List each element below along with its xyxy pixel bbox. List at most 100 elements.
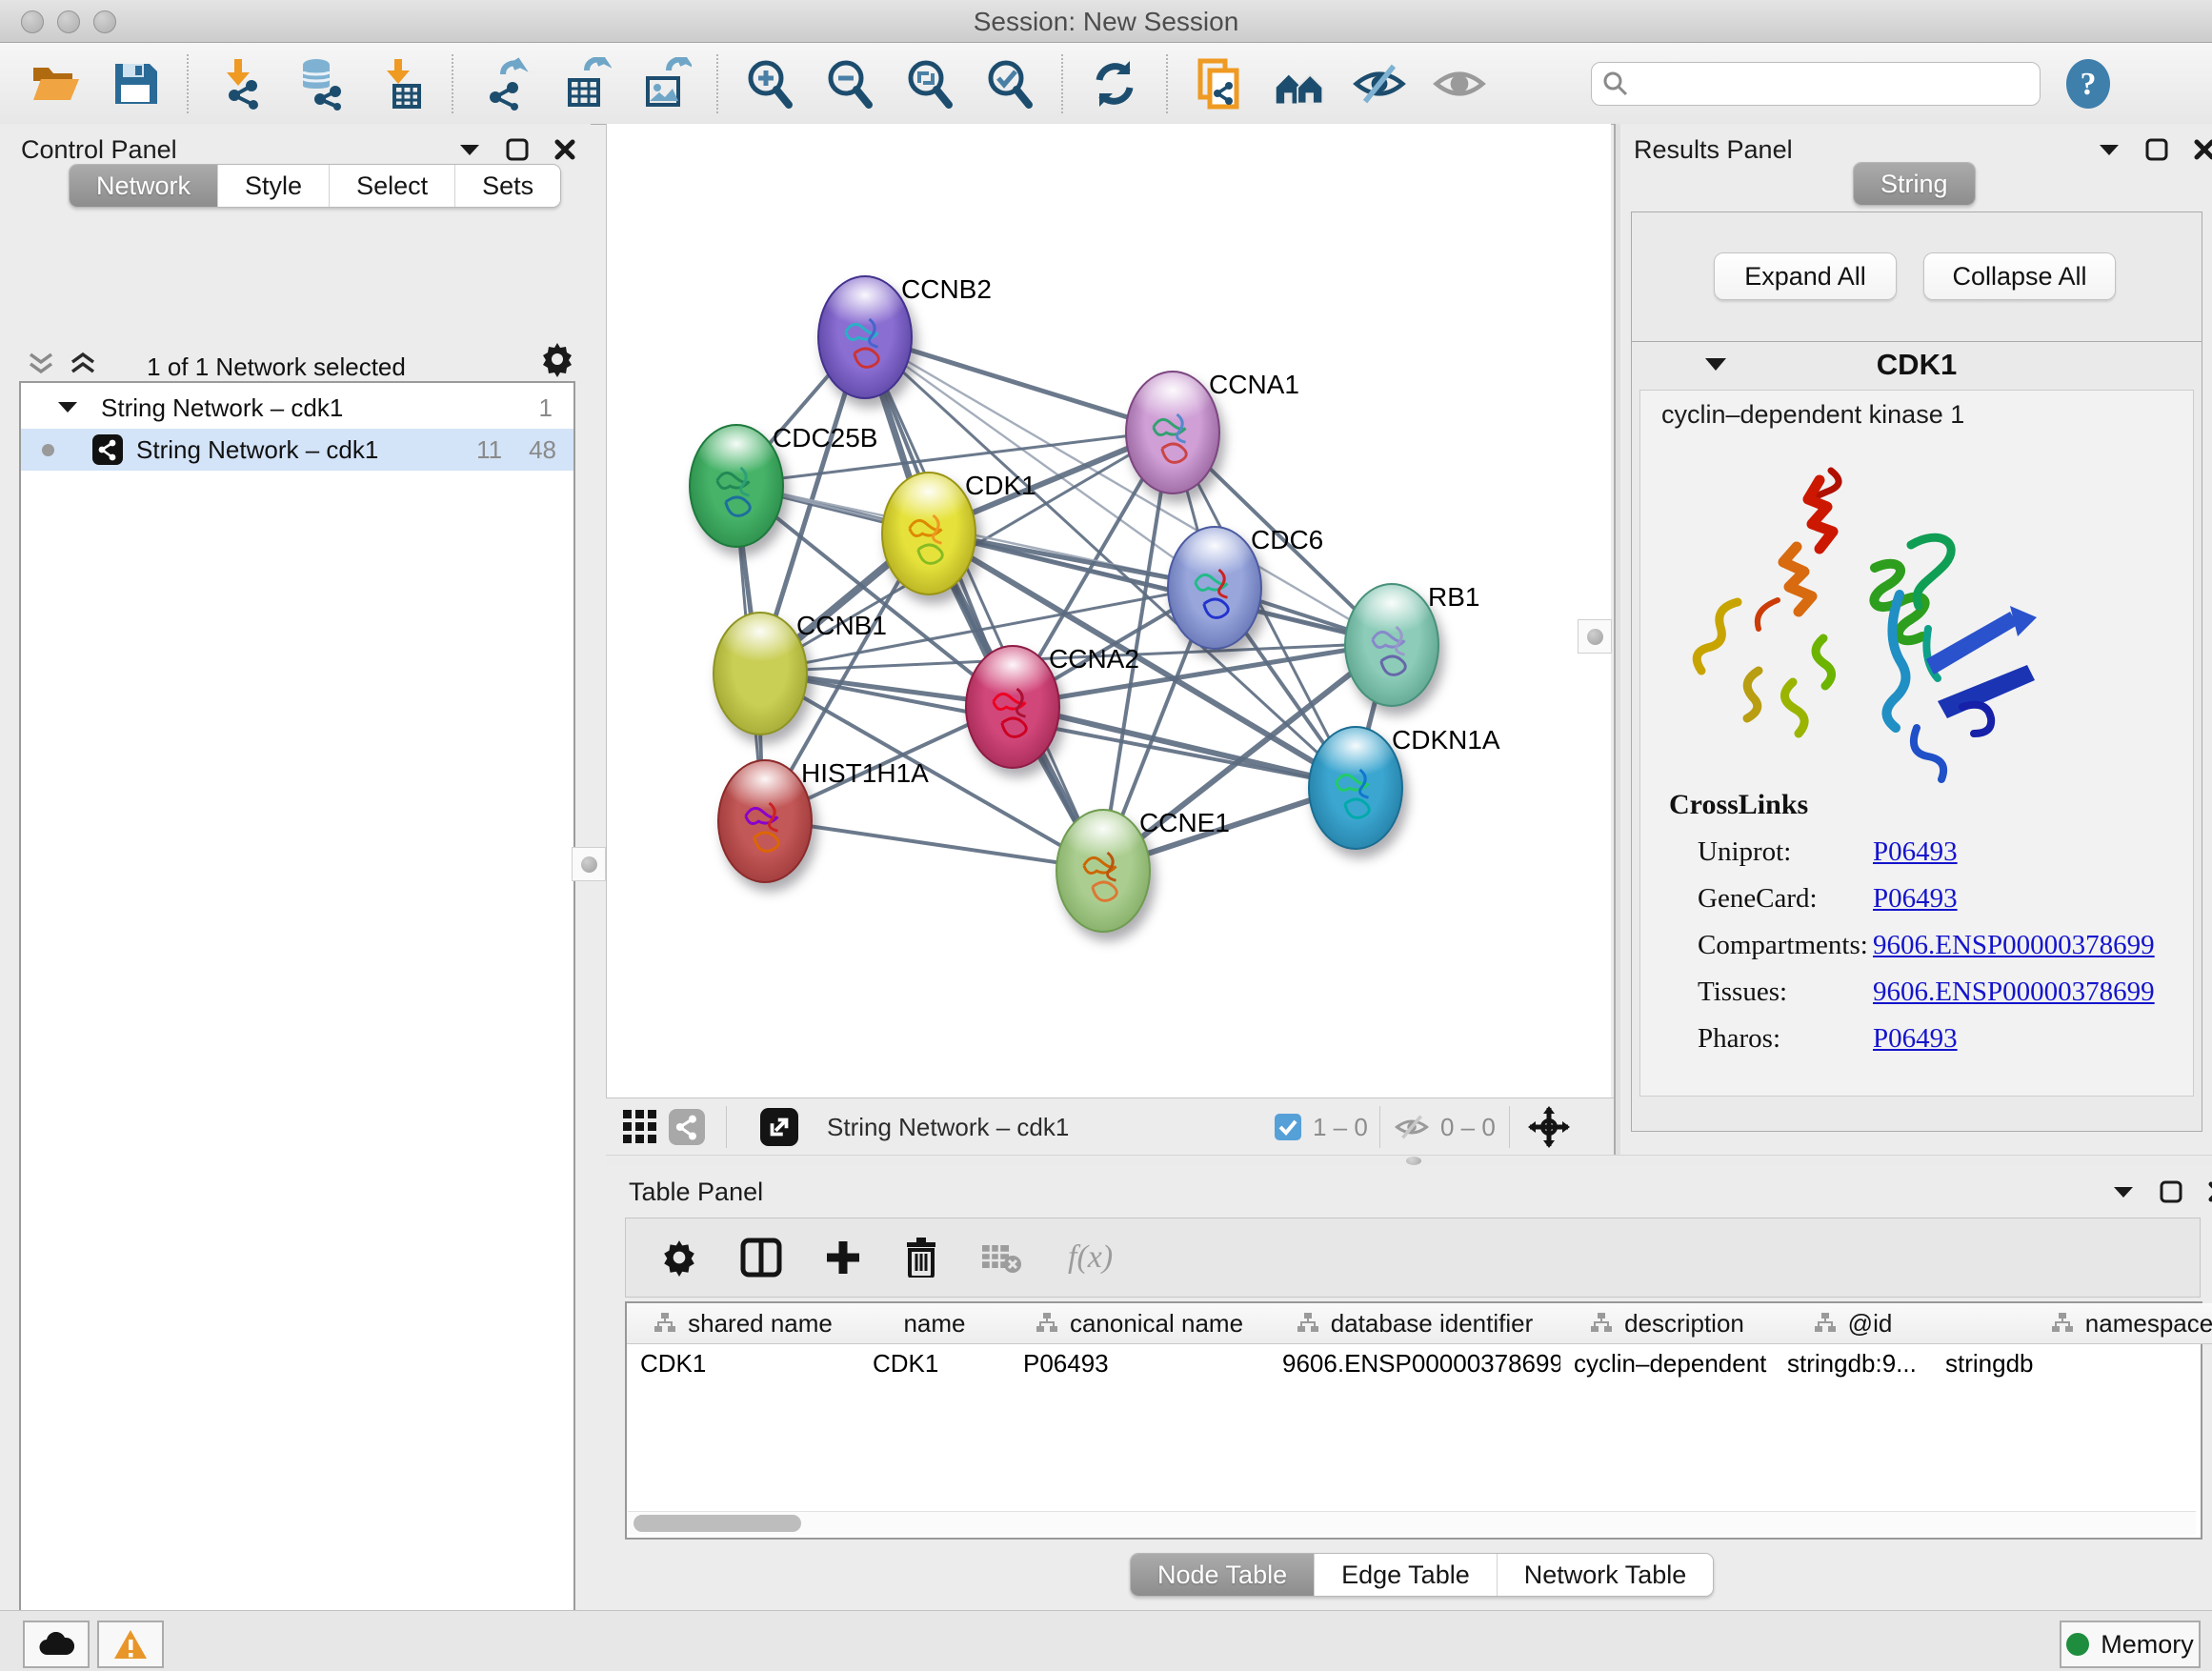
network-collection-row[interactable]: String Network – cdk1 1 xyxy=(21,387,573,429)
network-options-gear-icon[interactable] xyxy=(539,341,575,382)
network-edge[interactable] xyxy=(863,335,1101,869)
network-node-hist1h1a[interactable] xyxy=(717,759,813,883)
zoom-selected-icon[interactable] xyxy=(983,57,1036,111)
search-box[interactable] xyxy=(1591,62,2041,106)
network-node-rb1[interactable] xyxy=(1344,583,1439,707)
tab-edge-table[interactable]: Edge Table xyxy=(1314,1554,1497,1596)
panel-close-icon[interactable] xyxy=(2192,137,2212,162)
table-settings-gear-icon[interactable] xyxy=(660,1238,698,1277)
protein-structure-thumbnail xyxy=(706,451,767,519)
table-hscrollbar-track[interactable] xyxy=(628,1511,2196,1535)
panel-float-icon[interactable] xyxy=(2159,1179,2183,1204)
network-node-ccne1[interactable] xyxy=(1056,809,1151,933)
hide-selected-eye-slash-icon[interactable] xyxy=(1353,57,1406,111)
zoom-out-icon[interactable] xyxy=(823,57,876,111)
crosslink-value-link[interactable]: P06493 xyxy=(1873,836,1958,868)
zoom-fit-icon[interactable] xyxy=(903,57,956,111)
entry-gene-name[interactable]: CDK1 xyxy=(1632,348,2202,382)
import-network-database-icon[interactable] xyxy=(293,57,347,111)
export-table-icon[interactable] xyxy=(558,57,612,111)
import-table-file-icon[interactable] xyxy=(373,57,427,111)
network-canvas[interactable]: CCNB2CCNA1CDC25BCDK1CDC6RB1CCNB1CCNA2CDK… xyxy=(606,124,1611,1097)
left-splitter-handle[interactable] xyxy=(572,847,606,881)
cloud-status-button[interactable] xyxy=(23,1621,90,1668)
save-session-icon[interactable] xyxy=(109,57,162,111)
column-header-shared-name[interactable]: shared name xyxy=(627,1303,860,1344)
tab-select[interactable]: Select xyxy=(329,165,454,207)
function-builder-fx[interactable]: f(x) xyxy=(1068,1239,1113,1276)
network-node-ccna1[interactable] xyxy=(1125,371,1220,494)
refresh-icon[interactable] xyxy=(1088,57,1141,111)
panel-float-icon[interactable] xyxy=(505,137,530,162)
network-node-ccnb1[interactable] xyxy=(713,612,808,735)
panel-menu-icon[interactable] xyxy=(457,137,482,162)
table-cell[interactable]: stringdb xyxy=(1932,1344,2212,1382)
selected-checkbox-icon[interactable] xyxy=(1275,1098,1301,1156)
show-columns-icon[interactable] xyxy=(740,1238,782,1278)
tab-string[interactable]: String xyxy=(1854,163,1975,205)
panel-menu-icon[interactable] xyxy=(2111,1179,2136,1204)
crosslink-value-link[interactable]: P06493 xyxy=(1873,883,1958,915)
column-header-canonical-name[interactable]: canonical name xyxy=(1010,1303,1270,1344)
network-share-icon[interactable] xyxy=(669,1098,705,1156)
expand-all-button[interactable]: Expand All xyxy=(1714,252,1897,300)
network-node-cdc6[interactable] xyxy=(1167,526,1262,650)
show-all-eye-icon[interactable] xyxy=(1433,57,1486,111)
network-node-cdk1[interactable] xyxy=(881,472,976,595)
panel-menu-icon[interactable] xyxy=(2097,137,2122,162)
crosslink-value-link[interactable]: 9606.ENSP00000378699 xyxy=(1873,976,2155,1008)
help-icon[interactable]: ? xyxy=(2061,57,2115,111)
table-hscrollbar-thumb[interactable] xyxy=(633,1515,801,1532)
hidden-count-badge: 0 – 0 xyxy=(1440,1098,1496,1156)
table-cell[interactable]: cyclin–dependent ... xyxy=(1560,1344,1774,1382)
zoom-in-icon[interactable] xyxy=(743,57,796,111)
table-cell[interactable]: P06493 xyxy=(1010,1344,1269,1382)
tab-style[interactable]: Style xyxy=(217,165,329,207)
export-image-icon[interactable] xyxy=(638,57,692,111)
network-edge[interactable] xyxy=(763,819,1101,869)
column-header-database-identifier[interactable]: database identifier xyxy=(1269,1303,1561,1344)
tree-expander-icon[interactable] xyxy=(57,401,78,414)
panel-close-icon[interactable] xyxy=(553,137,577,162)
network-row-selected[interactable]: String Network – cdk1 11 48 xyxy=(21,429,573,471)
network-node-cdc25b[interactable] xyxy=(689,424,784,548)
network-node-ccnb2[interactable] xyxy=(817,275,913,399)
first-neighbors-houses-icon[interactable] xyxy=(1273,57,1326,111)
tab-network-table[interactable]: Network Table xyxy=(1497,1554,1714,1596)
new-network-from-selection-icon[interactable] xyxy=(1193,57,1246,111)
tab-sets[interactable]: Sets xyxy=(454,165,560,207)
tab-node-table[interactable]: Node Table xyxy=(1131,1554,1314,1596)
collapse-all-button[interactable]: Collapse All xyxy=(1923,252,2116,300)
column-header--id[interactable]: @id xyxy=(1774,1303,1933,1344)
panel-float-icon[interactable] xyxy=(2144,137,2169,162)
search-input[interactable] xyxy=(1639,68,2024,99)
tab-network[interactable]: Network xyxy=(70,165,217,207)
column-header-description[interactable]: description xyxy=(1560,1303,1775,1344)
add-column-icon[interactable] xyxy=(824,1238,862,1277)
node-table[interactable]: shared namenamecanonical namedatabase id… xyxy=(625,1301,2202,1540)
table-cell[interactable]: CDK1 xyxy=(859,1344,1010,1382)
export-network-icon[interactable] xyxy=(478,57,532,111)
open-session-icon[interactable] xyxy=(29,57,82,111)
crosslink-value-link[interactable]: P06493 xyxy=(1873,1023,1958,1055)
column-header-namespace[interactable]: namespace xyxy=(1932,1303,2212,1344)
pan-crosshair-icon[interactable] xyxy=(1528,1098,1570,1156)
table-cell[interactable]: 9606.ENSP00000378699 xyxy=(1269,1344,1560,1382)
warnings-button[interactable] xyxy=(97,1621,164,1668)
right-splitter-handle[interactable] xyxy=(1578,619,1612,654)
birdseye-grid-icon[interactable] xyxy=(623,1098,657,1156)
node-label-hist1h1a: HIST1H1A xyxy=(801,758,929,789)
import-network-file-icon[interactable] xyxy=(213,57,267,111)
panel-close-icon[interactable] xyxy=(2206,1179,2212,1204)
network-node-cdkn1a[interactable] xyxy=(1308,726,1403,850)
network-node-ccna2[interactable] xyxy=(965,645,1060,769)
crosslink-value-link[interactable]: 9606.ENSP00000378699 xyxy=(1873,930,2155,961)
delete-table-icon[interactable] xyxy=(980,1241,1022,1274)
open-in-window-icon[interactable] xyxy=(760,1098,798,1156)
column-header-name[interactable]: name xyxy=(859,1303,1011,1344)
table-cell[interactable]: stringdb:9... xyxy=(1774,1344,1932,1382)
network-edge[interactable] xyxy=(1011,705,1354,786)
delete-column-trash-icon[interactable] xyxy=(904,1238,938,1278)
memory-button[interactable]: Memory xyxy=(2060,1621,2201,1668)
table-cell[interactable]: CDK1 xyxy=(627,1344,859,1382)
